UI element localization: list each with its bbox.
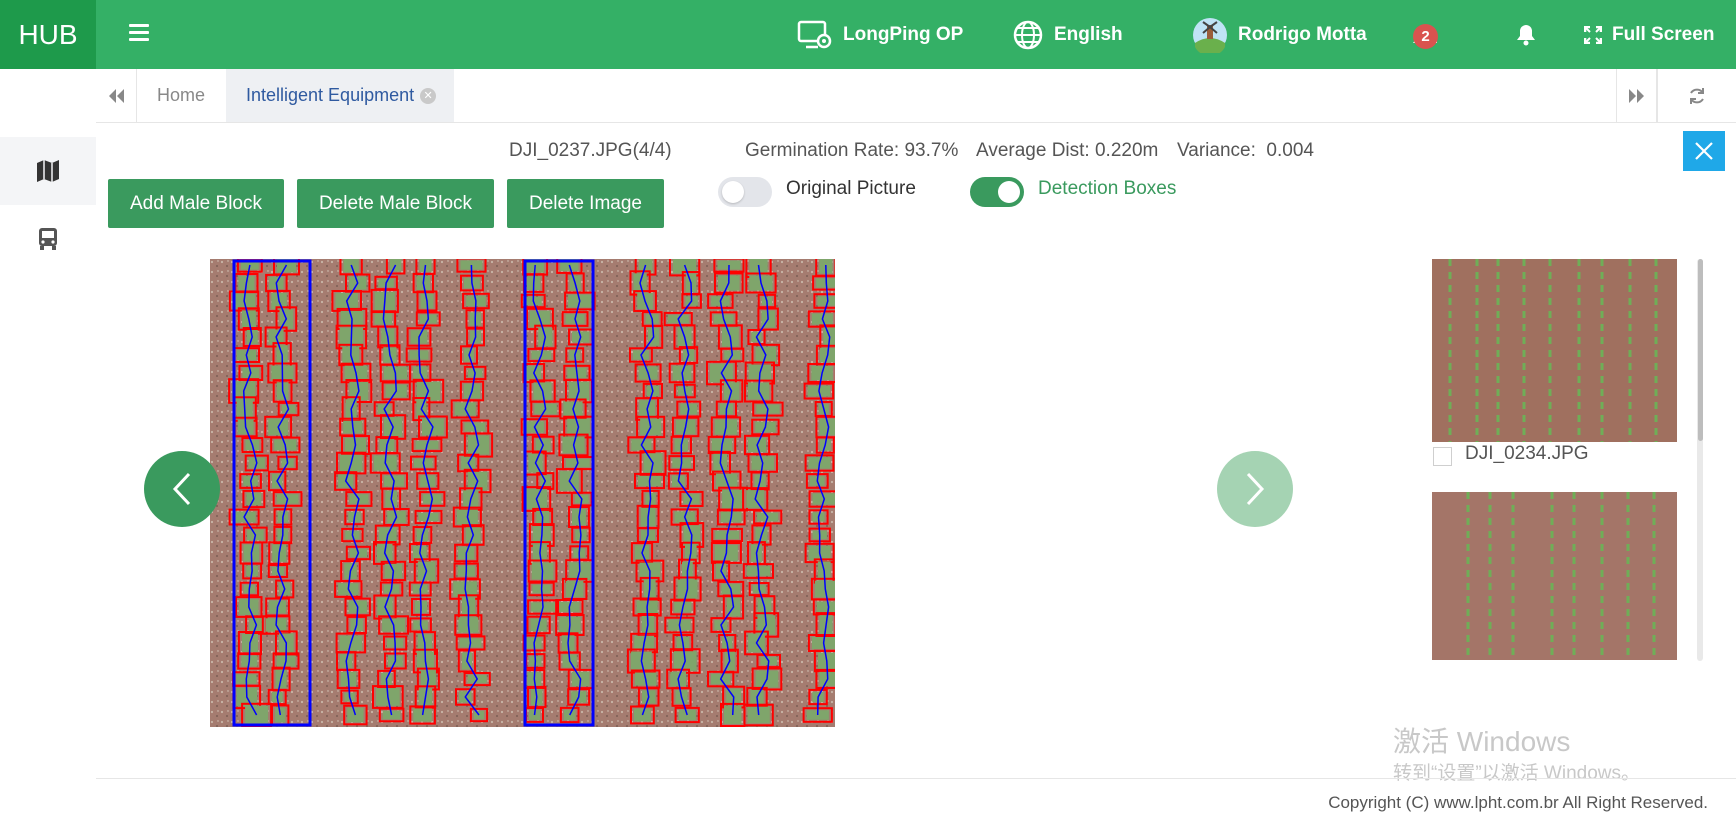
thumbnail-crop-rows [1432,259,1677,442]
top-bar: HUB LongPing OP English Rodrigo Motta 2 … [0,0,1736,69]
detection-overlay [210,259,835,727]
language-switcher[interactable]: English [1012,0,1123,69]
image-filename: DJI_0237.JPG(4/4) [509,140,672,161]
thumbnail-image[interactable] [1432,259,1677,442]
fullscreen-label: Full Screen [1612,23,1715,45]
previous-image-button[interactable] [144,451,220,527]
close-button[interactable] [1683,131,1725,171]
chevron-left-icon [172,472,191,506]
monitor-settings-icon [797,20,832,48]
close-icon[interactable]: ✕ [420,88,437,104]
user-name: Rodrigo Motta [1238,23,1367,45]
language-label: English [1054,23,1123,45]
footer-divider [96,778,1736,779]
org-switcher[interactable]: LongPing OP [797,0,963,69]
thumbnail-crop-rows [1432,492,1677,660]
plant [473,710,485,720]
avatar [1193,17,1227,53]
next-image-button[interactable] [1217,451,1293,527]
add-male-block-button[interactable]: Add Male Block [108,179,284,228]
activation-watermark-subtitle: 转到“设置”以激活 Windows。 [1393,763,1641,784]
user-menu[interactable]: Rodrigo Motta [1192,0,1367,69]
sidebar-item-bus[interactable] [0,205,96,273]
variance: Variance: 0.004 [1177,140,1314,161]
bell-icon [1517,24,1535,45]
activation-watermark-title: 激活 Windows [1393,726,1571,757]
refresh-button[interactable] [1656,69,1736,122]
original-picture-toggle[interactable] [718,177,772,207]
detection-boxes-toggle[interactable] [970,177,1024,207]
tab-intelligent-equipment[interactable]: Intelligent Equipment ✕ [226,69,454,122]
close-icon [1695,142,1713,160]
sidebar [0,69,96,827]
tabs-bar: Home Intelligent Equipment ✕ [96,69,1736,123]
tabs-scroll-left-button[interactable] [96,69,137,122]
thumbnail-image[interactable] [1432,492,1677,660]
notifications-button[interactable] [1516,0,1546,69]
tabs-scroll-right-button[interactable] [1616,69,1658,122]
thumbnail-scrollbar-thumb[interactable] [1698,259,1703,441]
double-chevron-left-icon [109,88,124,103]
org-name: LongPing OP [843,23,964,45]
expand-icon [1584,25,1602,44]
sidebar-item-map[interactable] [0,137,96,205]
copyright: Copyright (C) www.lpht.com.br All Right … [1328,793,1708,812]
tab-home[interactable]: Home [136,69,227,122]
menu-icon[interactable] [129,24,149,44]
bus-icon [39,228,57,250]
map-icon [37,160,59,182]
original-picture-label: Original Picture [786,178,916,199]
double-chevron-right-icon [1629,88,1644,103]
fullscreen-button[interactable]: Full Screen [1584,0,1714,69]
plant [816,601,835,613]
detection-image[interactable] [210,259,835,727]
thumbnail-label: DJI_0234.JPG [1465,443,1589,464]
chevron-right-icon [1246,472,1265,506]
notification-badge: 2 [1413,24,1438,49]
app-logo[interactable]: HUB [0,0,96,69]
detection-boxes-label: Detection Boxes [1038,178,1177,199]
thumbnail-checkbox[interactable] [1433,447,1452,466]
delete-image-button[interactable]: Delete Image [507,179,664,228]
refresh-icon [1690,87,1704,104]
globe-icon [1013,20,1043,49]
average-distance: Average Dist: 0.220m [976,140,1159,161]
tab-label: Intelligent Equipment [246,85,415,105]
germination-rate: Germination Rate: 93.7% [745,140,959,161]
delete-male-block-button[interactable]: Delete Male Block [297,179,494,228]
